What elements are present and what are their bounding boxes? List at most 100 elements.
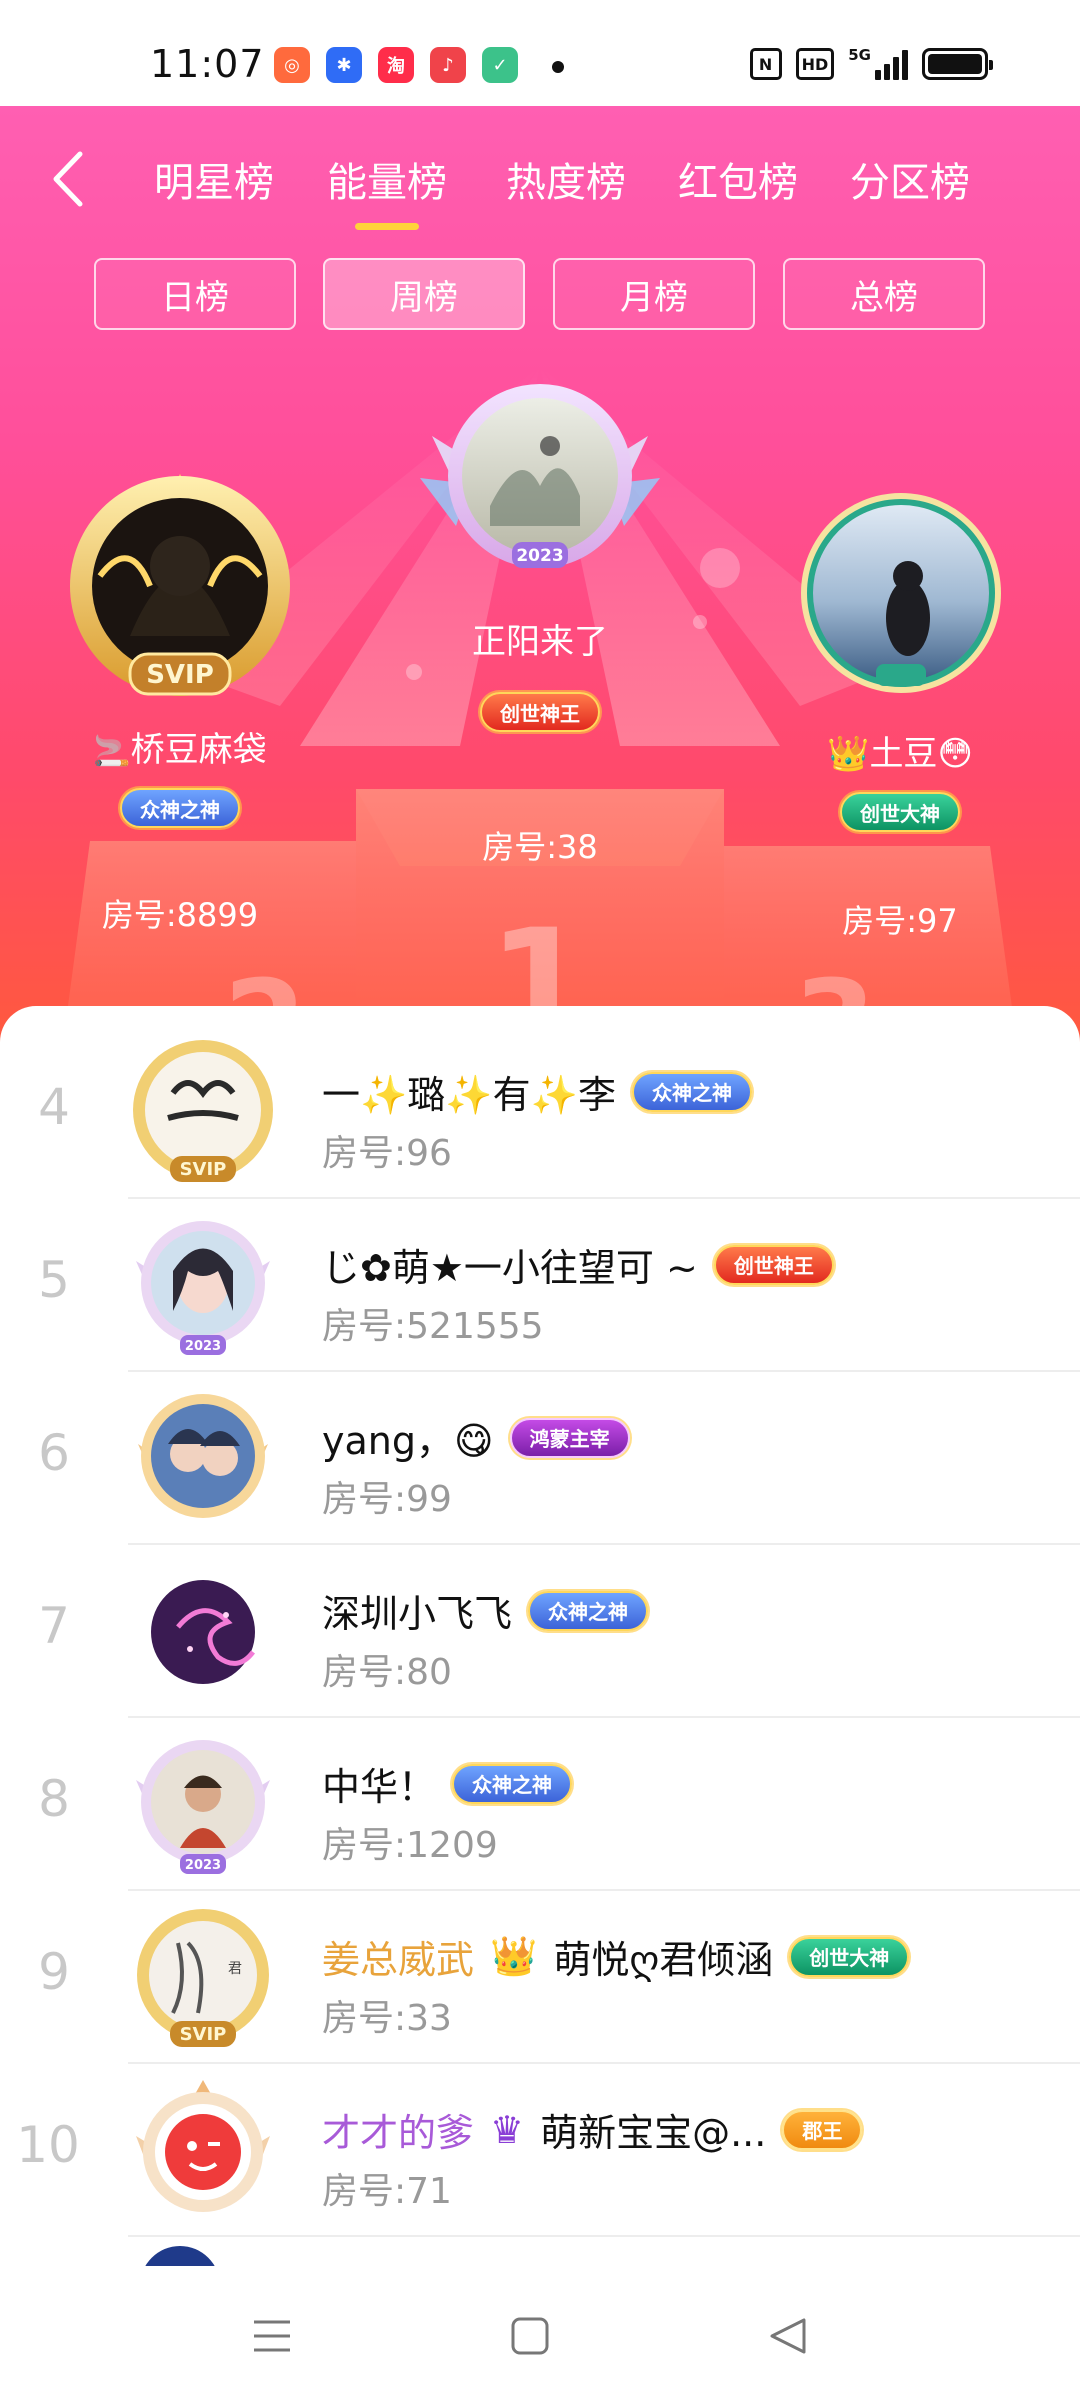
top3-name-text: 土豆	[869, 734, 938, 774]
tab-total[interactable]: 总榜	[783, 258, 985, 330]
ranking-list: 4 SVIP 一✨璐✨有✨李 众神之神 房号:96 5 2023 じ✿萌★一小往…	[0, 1006, 1080, 2266]
tab-monthly[interactable]: 月榜	[553, 258, 755, 330]
signal-icon: 5G	[848, 48, 908, 80]
room-number: 房号:521555	[322, 1306, 544, 1347]
leaderboard-header: 1 2 3 明星榜 能量榜 热度榜 红包榜 分区榜 日榜 周榜 月榜 总榜	[0, 106, 1080, 1066]
rank-number: 8	[38, 1770, 70, 1828]
top1-avatar[interactable]: 2023	[410, 366, 670, 596]
top1-room: 房号:38	[482, 828, 598, 866]
user-name: 一✨璐✨有✨李 众神之神	[322, 1064, 752, 1119]
top2-avatar[interactable]: SVIP	[60, 466, 300, 706]
rank-number: 9	[38, 1943, 70, 2001]
triangle-back-icon	[770, 2318, 806, 2354]
room-number: 房号:96	[322, 1133, 452, 1174]
top2-badge-wrap: 众神之神	[110, 788, 250, 828]
avatar	[151, 1580, 255, 1684]
user-name-text: じ✿萌★一小往望可 ~	[322, 1246, 698, 1290]
list-item[interactable]: 4 SVIP 一✨璐✨有✨李 众神之神 房号:96	[0, 1026, 1080, 1199]
avatar	[136, 2080, 270, 2212]
user-name-text: 萌悦ღ君倾涵	[553, 1938, 774, 1982]
svg-text:SVIP: SVIP	[146, 660, 214, 690]
top3-avatar[interactable]	[796, 488, 1006, 698]
svg-text:SVIP: SVIP	[180, 1159, 227, 1180]
menu-button[interactable]	[242, 2306, 302, 2366]
user-name: 才才的爹 ♛ 萌新宝宝@... 郡王	[322, 2102, 863, 2157]
baidu-app-icon: ✱	[326, 47, 362, 83]
user-name: 中华！ 众神之神	[322, 1756, 573, 1811]
room-number: 房号:33	[322, 1998, 452, 2039]
top2-name-text: 桥豆麻袋	[130, 730, 267, 770]
crown-icon: 👑	[827, 734, 870, 774]
user-name: yang，😋 鸿蒙主宰	[322, 1410, 630, 1465]
menu-icon	[254, 2320, 290, 2352]
rank-badge: 众神之神	[631, 1071, 752, 1112]
status-bar: 11:07 ◎ ✱ 淘 ♪ ✓ N HD 5G	[0, 0, 1080, 106]
tab-heat-ranking[interactable]: 热度榜	[506, 150, 626, 208]
tab-zone-ranking[interactable]: 分区榜	[850, 150, 970, 208]
avatar	[138, 1394, 268, 1518]
network-type: 5G	[848, 46, 871, 64]
rank-badge: 创世神王	[713, 1244, 834, 1285]
avatar	[140, 2246, 220, 2266]
avatar: SVIP	[133, 1040, 273, 1182]
top1-badge: 创世神王	[480, 692, 600, 732]
user-name: 姜总威武 👑 萌悦ღ君倾涵 创世大神	[322, 1929, 910, 1984]
tab-energy-ranking[interactable]: 能量榜	[327, 150, 447, 230]
status-time: 11:07	[150, 42, 265, 86]
user-name-text: 一✨璐✨有✨李	[322, 1073, 616, 1117]
top3-room: 房号:97	[842, 902, 958, 940]
battery-icon	[922, 48, 993, 80]
rank-badge: 创世大神	[789, 1936, 910, 1977]
user-prefix: 才才的爹	[322, 2111, 475, 2155]
room-number: 房号:99	[322, 1479, 452, 1520]
top2-name: 🚬桥豆麻袋	[60, 722, 300, 771]
top1-badge-wrap: 创世神王	[480, 692, 600, 732]
list-item[interactable]: 9 君 SVIP 姜总威武 👑 萌悦ღ君倾涵 创世大神 房号:33	[0, 1891, 1080, 2064]
avatar: 2023	[136, 1740, 270, 1874]
back-nav-button[interactable]	[758, 2306, 818, 2366]
list-item[interactable]: 5 2023 じ✿萌★一小往望可 ~ 创世神王 房号:521555	[0, 1199, 1080, 1372]
user-name-text: 萌新宝宝@...	[540, 2111, 767, 2155]
tab-weekly[interactable]: 周榜	[323, 258, 525, 330]
list-item[interactable]: 6 yang，😋 鸿蒙主宰 房号:99	[0, 1372, 1080, 1545]
crown-icon: ♛	[490, 2107, 525, 2152]
music-app-icon: ♪	[430, 47, 466, 83]
user-name-text: 深圳小飞飞	[322, 1592, 513, 1636]
room-number: 房号:80	[322, 1652, 452, 1693]
list-item[interactable]: 8 2023 中华！ 众神之神 房号:1209	[0, 1718, 1080, 1891]
list-item[interactable]: 10 才才的爹 ♛ 萌新宝宝@... 郡王 房号:71	[0, 2064, 1080, 2237]
top2-room: 房号:8899	[101, 896, 259, 934]
notification-dot	[552, 61, 564, 73]
top2-badge: 众神之神	[120, 788, 240, 828]
flushed-face-icon: 😳	[937, 734, 973, 774]
shield-app-icon: ✓	[482, 47, 518, 83]
svg-text:2023: 2023	[185, 1339, 221, 1354]
tab-daily[interactable]: 日榜	[94, 258, 296, 330]
tab-redpacket-ranking[interactable]: 红包榜	[678, 150, 798, 208]
rank-number: 7	[38, 1597, 70, 1655]
svg-text:SVIP: SVIP	[180, 2024, 227, 2045]
avatar: 君 SVIP	[137, 1909, 269, 2047]
tab-star-ranking[interactable]: 明星榜	[154, 150, 274, 208]
room-number: 房号:1209	[322, 1825, 498, 1866]
square-icon	[511, 2317, 549, 2355]
home-button[interactable]	[500, 2306, 560, 2366]
crown-icon: 👑	[490, 1934, 538, 1978]
rank-badge: 众神之神	[452, 1763, 573, 1804]
svg-text:2023: 2023	[516, 546, 563, 566]
rank-badge: 鸿蒙主宰	[509, 1417, 630, 1458]
list-item[interactable]: 7 深圳小飞飞 众神之神 房号:80	[0, 1545, 1080, 1718]
user-name: じ✿萌★一小往望可 ~ 创世神王	[322, 1237, 834, 1292]
rank-number: 4	[38, 1078, 70, 1136]
rank-number: 6	[38, 1424, 70, 1482]
rank-badge: 郡王	[782, 2109, 863, 2150]
top3-badge-wrap: 创世大神	[830, 792, 970, 832]
avatar: 2023	[136, 1221, 270, 1355]
cigarette-icon: 🚬	[93, 734, 131, 769]
top3-badge: 创世大神	[840, 792, 960, 832]
top3-name: 👑土豆😳	[770, 726, 1030, 775]
nfc-icon: N	[749, 48, 782, 80]
taote-app-icon: 淘	[378, 47, 414, 83]
svg-text:君: 君	[228, 1961, 242, 1977]
user-name-text: 中华！	[322, 1765, 437, 1809]
